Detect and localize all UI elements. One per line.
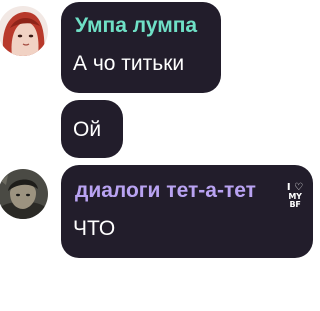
sender-name[interactable]: диалоги тет-а-тет [75,180,256,201]
message-text: ЧТО [73,217,116,240]
message-bubble[interactable]: Умпа лумпа А чо титьки [61,2,221,93]
chat-transcript: Умпа лумпа А чо титьки Ой диалоги тет-а-… [0,0,320,311]
message-text: А чо титьки [73,52,185,75]
avatar[interactable] [0,169,48,219]
redhead-avatar-icon [0,6,48,56]
avatar[interactable] [0,6,48,56]
sender-name[interactable]: Умпа лумпа [75,15,197,36]
badge-bottom: MY BF [288,192,302,209]
message-bubble[interactable]: диалоги тет-а-тет I ♡ MY BF ЧТО [61,165,313,258]
i-love-my-bf-badge: I ♡ MY BF [282,183,308,209]
message-text: Ой [73,118,102,141]
dark-character-avatar-icon [0,169,48,219]
message-bubble[interactable]: Ой [61,100,123,158]
